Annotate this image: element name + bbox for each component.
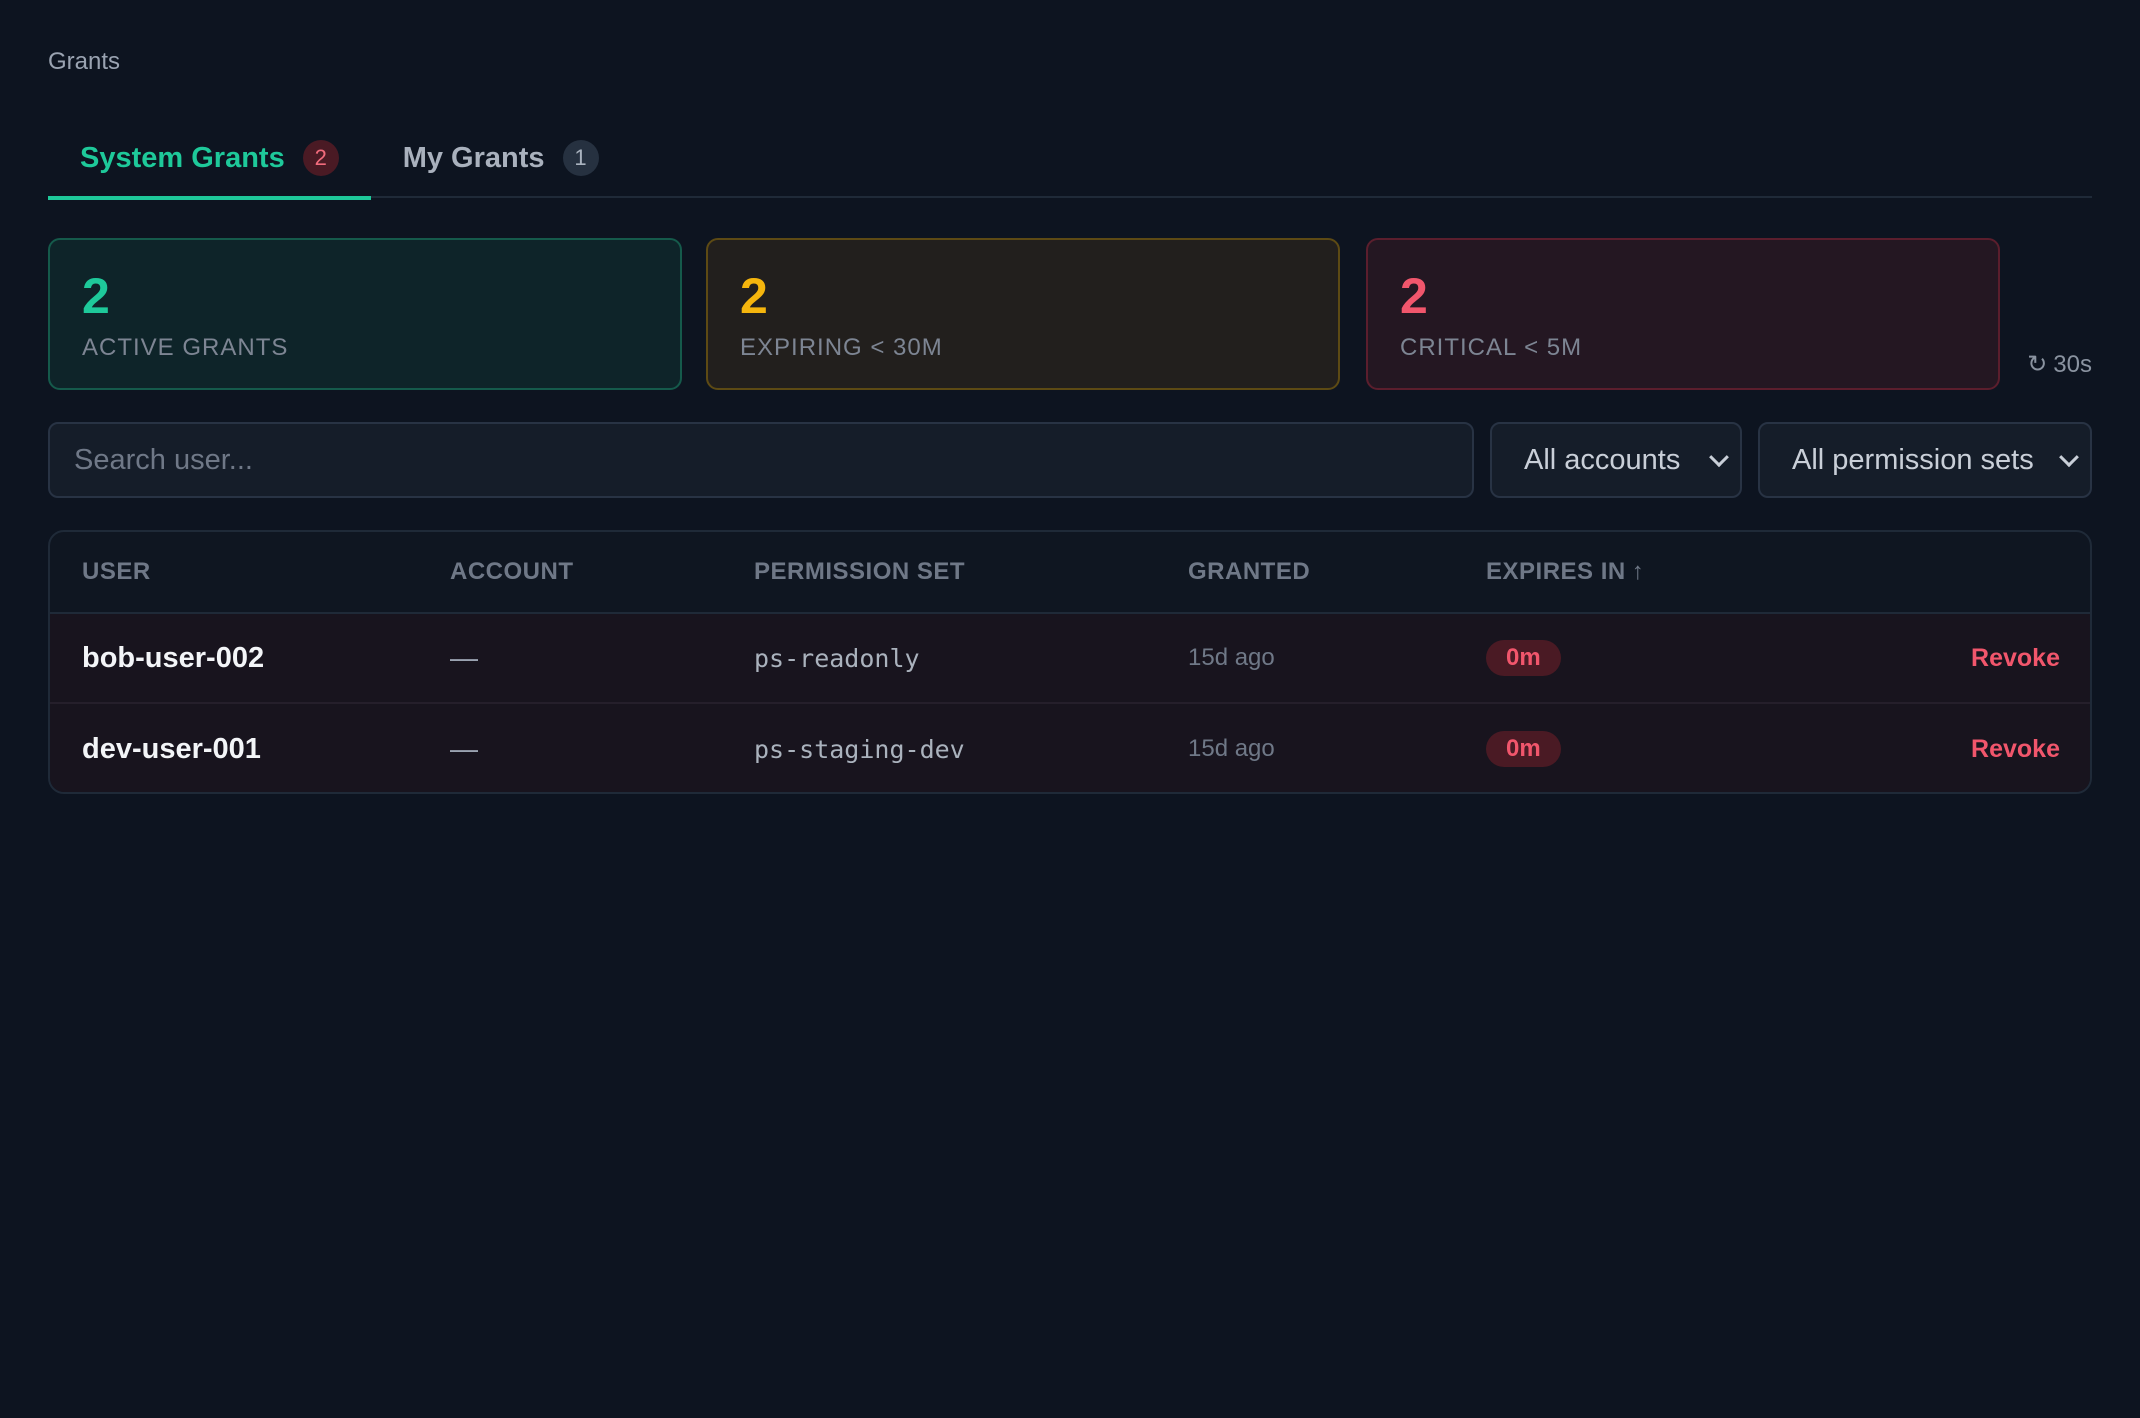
table-header: USER ACCOUNT PERMISSION SET GRANTED EXPI… (50, 532, 2090, 614)
stat-critical-value: 2 (1400, 268, 1428, 324)
cell-user: dev-user-001 (82, 732, 261, 765)
cell-user: bob-user-002 (82, 641, 265, 674)
stat-expiring-value: 2 (740, 268, 768, 324)
header-user[interactable]: USER (50, 558, 450, 586)
cell-granted: 15d ago (1188, 644, 1275, 671)
header-expires-in[interactable]: EXPIRES IN ↑ (1486, 558, 1886, 586)
cell-permission-set: ps-readonly (754, 643, 920, 673)
search-input[interactable] (48, 422, 1474, 498)
expires-badge: 0m (1486, 640, 1561, 676)
chevron-down-icon (1709, 447, 1729, 468)
table-row: bob-user-002 — ps-readonly 15d ago 0m Re… (50, 614, 2090, 704)
header-granted[interactable]: GRANTED (1188, 558, 1486, 586)
cell-expires: 0m (1486, 731, 1886, 767)
tab-my-grants[interactable]: My Grants 1 (371, 118, 631, 198)
header-expires-in-label: EXPIRES IN (1486, 558, 1626, 585)
cell-account: — (450, 733, 478, 764)
permission-set-select[interactable]: All permission sets (1758, 422, 2092, 498)
refresh-icon: ↻ (2027, 351, 2048, 378)
revoke-button[interactable]: Revoke (1971, 644, 2060, 672)
account-select-value: All accounts (1524, 443, 1681, 476)
grants-table: USER ACCOUNT PERMISSION SET GRANTED EXPI… (48, 530, 2092, 794)
tab-system-grants-label: System Grants (80, 141, 285, 174)
revoke-button[interactable]: Revoke (1971, 735, 2060, 763)
grants-page: Grants System Grants 2 My Grants 1 2 ACT… (0, 0, 2140, 1418)
header-account[interactable]: ACCOUNT (450, 558, 754, 586)
tab-system-grants[interactable]: System Grants 2 (48, 118, 371, 200)
table-row: dev-user-001 — ps-staging-dev 15d ago 0m… (50, 704, 2090, 792)
chevron-down-icon (2059, 447, 2079, 468)
permission-set-select-value: All permission sets (1792, 443, 2034, 476)
tab-system-grants-count: 2 (302, 140, 339, 176)
stat-expiring-label: EXPIRING < 30M (740, 334, 943, 361)
cell-account: — (450, 642, 478, 673)
account-select[interactable]: All accounts (1490, 422, 1742, 498)
cell-action: Revoke (1886, 644, 2090, 673)
stat-active-label: ACTIVE GRANTS (82, 334, 289, 361)
tab-bar: System Grants 2 My Grants 1 (48, 118, 2092, 200)
cell-permission-set: ps-staging-dev (754, 734, 965, 764)
sort-ascending-icon: ↑ (1631, 558, 1645, 585)
tab-my-grants-label: My Grants (402, 141, 545, 174)
stat-card-critical: 2 CRITICAL < 5M (1366, 238, 2000, 390)
expires-badge: 0m (1486, 731, 1561, 767)
filter-bar: All accounts All permission sets (48, 422, 2092, 498)
refresh-interval: 30s (2053, 350, 2092, 378)
auto-refresh-indicator[interactable]: ↻ 30s (2027, 350, 2092, 379)
stats-row: 2 ACTIVE GRANTS 2 EXPIRING < 30M 2 CRITI… (48, 238, 2092, 390)
cell-granted: 15d ago (1188, 735, 1275, 762)
breadcrumb: Grants (48, 48, 121, 75)
stat-card-expiring: 2 EXPIRING < 30M (706, 238, 1340, 390)
stat-card-active: 2 ACTIVE GRANTS (48, 238, 682, 390)
stat-active-value: 2 (82, 268, 110, 324)
cell-expires: 0m (1486, 640, 1886, 676)
tab-my-grants-count: 1 (562, 140, 599, 176)
header-permission-set[interactable]: PERMISSION SET (754, 558, 1188, 586)
cell-action: Revoke (1886, 735, 2090, 764)
stat-critical-label: CRITICAL < 5M (1400, 334, 1583, 361)
